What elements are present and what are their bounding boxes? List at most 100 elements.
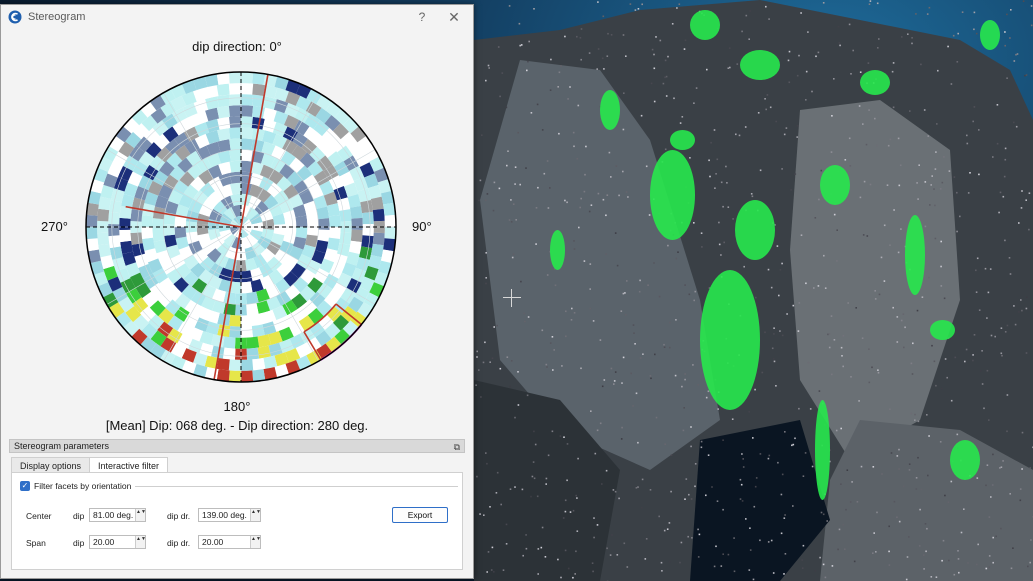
span-dipdir-spinbox[interactable]: 20.00 ▲▼ [198, 535, 261, 549]
center-dip-spinbox[interactable]: 81.00 deg. ▲▼ [89, 508, 146, 522]
point-speckle [1002, 195, 1005, 198]
point-speckle [583, 190, 586, 193]
filter-checkbox-row[interactable]: ✓ Filter facets by orientation [20, 481, 458, 491]
point-speckle [768, 454, 771, 457]
filter-checkbox[interactable]: ✓ [20, 481, 30, 491]
spin-arrows-icon[interactable]: ▲▼ [250, 509, 261, 521]
point-speckle [588, 52, 591, 54]
spin-arrows-icon[interactable]: ▲▼ [135, 536, 146, 548]
point-speckle [558, 132, 560, 135]
point-speckle [802, 475, 805, 477]
point-speckle [1021, 190, 1023, 192]
point-speckle [716, 500, 719, 502]
density-cell [241, 314, 254, 327]
point-speckle [766, 94, 769, 96]
point-speckle [610, 34, 613, 36]
point-speckle [855, 307, 857, 309]
point-speckle [820, 511, 823, 514]
density-cell [229, 160, 241, 173]
point-speckle [858, 105, 861, 107]
density-cell [163, 224, 176, 236]
point-speckle [978, 129, 980, 131]
point-speckle [903, 485, 905, 488]
point-speckle [727, 553, 730, 556]
point-speckle [584, 173, 586, 176]
point-speckle [597, 1, 599, 3]
point-speckle [810, 288, 812, 291]
point-speckle [777, 461, 779, 464]
point-speckle [559, 435, 562, 437]
point-speckle [554, 284, 557, 287]
point-speckle [544, 556, 547, 558]
point-speckle [684, 498, 686, 500]
point-speckle [1029, 467, 1031, 469]
point-speckle [514, 166, 517, 168]
point-speckle [549, 342, 552, 344]
point-speckle [518, 22, 521, 25]
point-speckle [950, 480, 953, 483]
point-speckle [512, 253, 515, 256]
point-speckle [904, 326, 906, 329]
point-speckle [872, 552, 874, 554]
point-speckle [988, 555, 991, 557]
point-speckle [888, 564, 891, 566]
point-speckle [733, 537, 735, 539]
point-speckle [910, 362, 913, 365]
point-speckle [563, 436, 565, 438]
point-speckle [670, 490, 672, 493]
point-speckle [508, 219, 511, 221]
point-speckle [479, 179, 482, 182]
tab-display-options[interactable]: Display options [11, 457, 91, 473]
spin-arrows-icon[interactable]: ▲▼ [250, 536, 261, 548]
title-bar[interactable]: Stereogram ? ✕ [1, 5, 473, 29]
point-speckle [1004, 158, 1007, 161]
point-speckle [995, 535, 997, 538]
point-speckle [500, 503, 502, 506]
point-speckle [635, 392, 638, 395]
point-speckle [621, 426, 623, 429]
point-speckle [1002, 460, 1004, 462]
point-speckle [783, 133, 786, 136]
float-panel-icon[interactable]: ⧉ [454, 441, 460, 453]
point-speckle [710, 141, 712, 144]
stereogram-plot[interactable] [81, 67, 401, 387]
point-speckle [815, 55, 817, 58]
point-speckle [492, 209, 495, 212]
point-speckle [996, 104, 999, 106]
point-speckle [814, 570, 816, 572]
point-speckle [723, 241, 725, 244]
point-speckle [536, 495, 539, 498]
point-speckle [889, 244, 891, 246]
density-cell [216, 94, 230, 108]
point-speckle [522, 554, 524, 557]
point-speckle [634, 343, 636, 345]
point-speckle [691, 537, 693, 539]
point-speckle [837, 25, 840, 28]
point-speckle [709, 175, 711, 178]
help-button[interactable]: ? [411, 10, 433, 24]
point-speckle [1001, 354, 1003, 357]
point-speckle [739, 498, 742, 500]
point-speckle [693, 222, 695, 224]
point-speckle [831, 115, 833, 117]
tab-interactive-filter[interactable]: Interactive filter [89, 457, 169, 473]
point-speckle [828, 333, 831, 335]
filtered-facet-highlight [930, 320, 955, 340]
point-speckle [847, 302, 849, 304]
export-button[interactable]: Export [392, 507, 448, 523]
point-speckle [540, 546, 543, 549]
point-speckle [546, 274, 549, 276]
point-speckle [990, 496, 992, 498]
point-speckle [866, 235, 869, 237]
point-speckle [510, 360, 513, 362]
point-speckle [860, 465, 863, 468]
span-dip-spinbox[interactable]: 20.00 ▲▼ [89, 535, 146, 549]
point-speckle [736, 63, 739, 65]
point-speckle [801, 567, 804, 569]
spin-arrows-icon[interactable]: ▲▼ [135, 509, 146, 521]
close-button[interactable]: ✕ [443, 9, 465, 26]
point-speckle [985, 567, 988, 570]
center-dipdir-spinbox[interactable]: 139.00 deg. ▲▼ [198, 508, 261, 522]
interactive-filter-panel: ✓ Filter facets by orientation Center di… [11, 472, 463, 570]
point-speckle [1016, 53, 1019, 55]
